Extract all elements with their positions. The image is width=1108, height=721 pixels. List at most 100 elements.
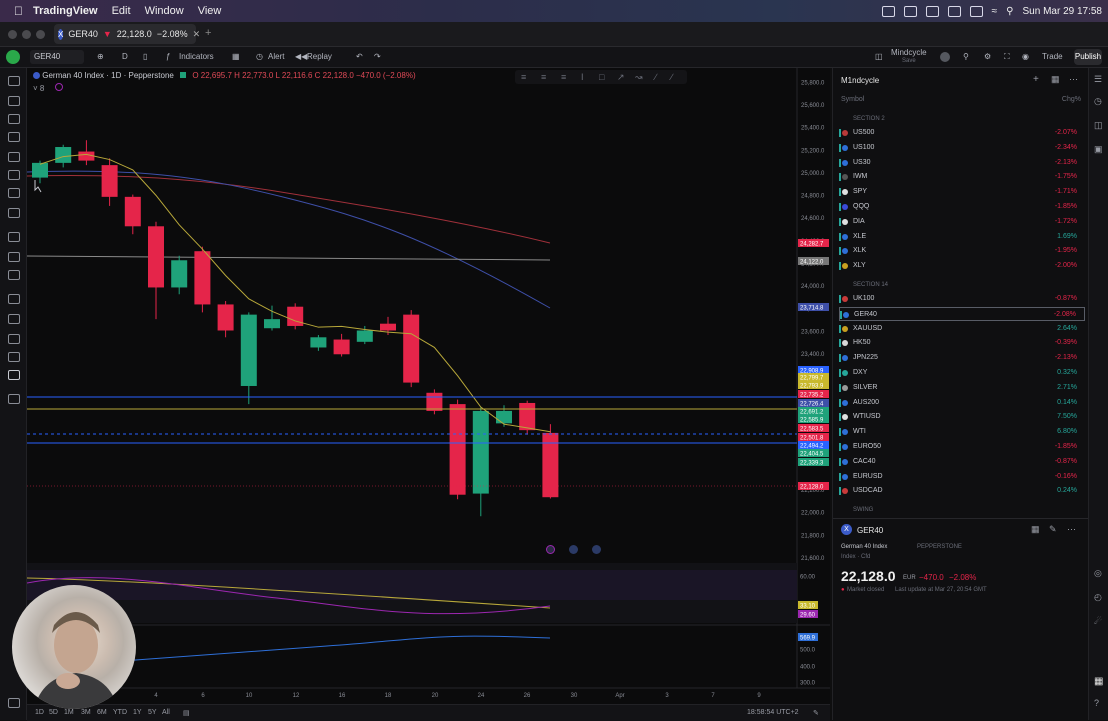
watchlist-row[interactable]: QQQ -1.85% <box>839 200 1085 214</box>
indicators-button[interactable]: Indicators <box>179 51 214 63</box>
timeframe-6m[interactable]: 6M <box>97 709 107 716</box>
ruler-icon[interactable] <box>8 232 20 242</box>
zoom-window-button[interactable] <box>36 30 45 39</box>
watchlist-name[interactable]: M1ndcycle <box>841 76 879 85</box>
layers-icon[interactable]: ◫ <box>1094 120 1103 131</box>
scroll-control-icon[interactable] <box>592 545 601 554</box>
flag-marker-icon[interactable] <box>839 173 841 182</box>
alerts-icon[interactable]: ◷ <box>1094 96 1102 107</box>
scroll-control-icon[interactable] <box>569 545 578 554</box>
flag-marker-icon[interactable] <box>839 428 841 437</box>
settings-icon[interactable]: ⚙ <box>984 51 991 63</box>
watchlist-row[interactable]: DXY 0.32% <box>839 366 1085 380</box>
status-icon[interactable] <box>881 5 895 17</box>
search-icon[interactable]: ⚲ <box>1006 6 1013 17</box>
chart-tab[interactable]: X GER40 ▼ 22,128.0 −2.08% ✕ <box>54 24 200 44</box>
flag-marker-icon[interactable] <box>839 188 841 197</box>
indicator-settings-icon[interactable] <box>54 83 63 91</box>
status-icon[interactable] <box>903 5 917 17</box>
watchlist-row[interactable]: WTI 6.80% <box>839 425 1085 439</box>
menubar-clock[interactable]: Sun Mar 29 17:58 <box>1023 6 1103 17</box>
more-options-icon[interactable]: ⋯ <box>1069 74 1078 85</box>
watchlist-row[interactable]: SILVER 2.71% <box>839 381 1085 395</box>
layout-icon[interactable]: ◫ <box>875 51 883 63</box>
watchlist-row[interactable]: SPY -1.71% <box>839 185 1085 199</box>
timeframe-5y[interactable]: 5Y <box>148 709 157 716</box>
timeframe-5d[interactable]: 5D <box>49 709 58 716</box>
alert-button[interactable]: Alert <box>268 51 284 63</box>
auto-scale-icon[interactable]: ✎ <box>813 709 819 717</box>
text-icon[interactable] <box>8 188 20 198</box>
replay-control-icon[interactable] <box>546 545 555 554</box>
details-symbol[interactable]: GER40 <box>857 526 883 535</box>
price-chart[interactable]: 25,800.0 25,600.0 25,400.0 25,200.0 25,000.0… <box>27 68 830 704</box>
watchlist-row[interactable]: XAUUSD 2.64% <box>839 322 1085 336</box>
zoom-out-icon[interactable] <box>8 270 20 280</box>
flag-marker-icon[interactable] <box>839 369 841 377</box>
flag-marker-icon[interactable] <box>839 247 841 256</box>
flag-marker-icon[interactable] <box>840 310 842 319</box>
wifi-icon[interactable]: ≈ <box>992 6 998 17</box>
list-icon[interactable]: ≡ <box>541 72 546 82</box>
timeframe-ytd[interactable]: YTD <box>113 709 127 716</box>
watchlist-row[interactable]: USDCAD 0.24% <box>839 484 1085 498</box>
chart-pane[interactable]: 25,800.0 25,600.0 25,400.0 25,200.0 25,000.0… <box>27 68 830 704</box>
column-symbol-header[interactable]: Symbol <box>841 96 864 103</box>
timeframe-all[interactable]: All <box>162 709 170 716</box>
flag-marker-icon[interactable] <box>839 158 841 167</box>
watchlist-row[interactable]: GER40 -2.08% <box>839 306 1085 321</box>
chat-icon[interactable]: ▣ <box>1094 144 1103 155</box>
close-window-button[interactable] <box>8 30 17 39</box>
close-tab-icon[interactable]: ✕ <box>193 29 201 40</box>
watchlist-row[interactable]: AUS200 0.14% <box>839 396 1085 410</box>
flag-marker-icon[interactable] <box>839 413 841 422</box>
watchlist-row[interactable]: US30 -2.13% <box>839 156 1085 170</box>
pen-tool-icon[interactable]: ∕ <box>655 72 657 82</box>
list-icon[interactable]: ≡ <box>521 72 526 82</box>
target-icon[interactable]: ◎ <box>1094 568 1102 579</box>
snapshot-icon[interactable]: ◉ <box>1022 51 1029 63</box>
watchlist-row[interactable]: WTIUSD 7.50% <box>839 410 1085 424</box>
status-icon[interactable] <box>947 5 961 17</box>
watchlist-row[interactable]: US500 -2.07% <box>839 126 1085 140</box>
flag-marker-icon[interactable] <box>839 457 841 466</box>
menu-edit[interactable]: Edit <box>112 5 131 17</box>
indicators-collapse-icon[interactable]: ˅ <box>33 84 38 93</box>
pattern-icon[interactable] <box>8 132 20 142</box>
trash-icon[interactable] <box>8 394 20 404</box>
fib-icon[interactable] <box>8 114 20 124</box>
column-change-header[interactable]: Chg% <box>1062 96 1081 103</box>
link-icon[interactable] <box>8 370 20 380</box>
status-icon[interactable] <box>925 5 939 17</box>
watchlist-row[interactable]: DIA -1.72% <box>839 215 1085 229</box>
ray-tool-icon[interactable]: ↗ <box>617 72 625 83</box>
battery-icon[interactable] <box>969 5 983 17</box>
indicator-count[interactable]: 8 <box>40 84 44 93</box>
watchlist-row[interactable]: XLE 1.69% <box>839 230 1085 244</box>
minimize-window-button[interactable] <box>22 30 31 39</box>
favorites-star-icon[interactable] <box>8 698 20 708</box>
layout-grid-icon[interactable]: ▦ <box>1051 74 1060 85</box>
crosshair-icon[interactable] <box>8 76 20 86</box>
templates-icon[interactable]: ▦ <box>232 51 240 63</box>
symbol-search-input[interactable]: GER40 <box>30 50 84 64</box>
watchlist-row[interactable]: CAC40 -0.87% <box>839 455 1085 469</box>
add-symbol-icon[interactable]: + <box>1033 74 1039 85</box>
trade-button[interactable]: Trade <box>1042 51 1063 63</box>
layout-menu-icon[interactable] <box>940 52 950 62</box>
fullscreen-icon[interactable]: ⛶ <box>1004 51 1010 63</box>
apple-icon[interactable]:  <box>14 4 23 18</box>
help-icon[interactable]: ? <box>1094 698 1099 708</box>
flag-marker-icon[interactable] <box>839 339 841 348</box>
eye-icon[interactable] <box>8 352 20 362</box>
publish-button[interactable]: Publish <box>1074 49 1102 65</box>
user-avatar[interactable] <box>6 50 20 64</box>
flag-marker-icon[interactable] <box>839 354 841 363</box>
flag-marker-icon[interactable] <box>839 487 841 496</box>
watchlist-row[interactable]: UK100 -0.87% <box>839 292 1085 306</box>
trendline-icon[interactable] <box>8 96 20 106</box>
watchlist-row[interactable]: EURUSD -0.16% <box>839 470 1085 484</box>
flag-marker-icon[interactable] <box>839 217 841 226</box>
menu-window[interactable]: Window <box>145 5 184 17</box>
flag-marker-icon[interactable] <box>839 203 841 211</box>
